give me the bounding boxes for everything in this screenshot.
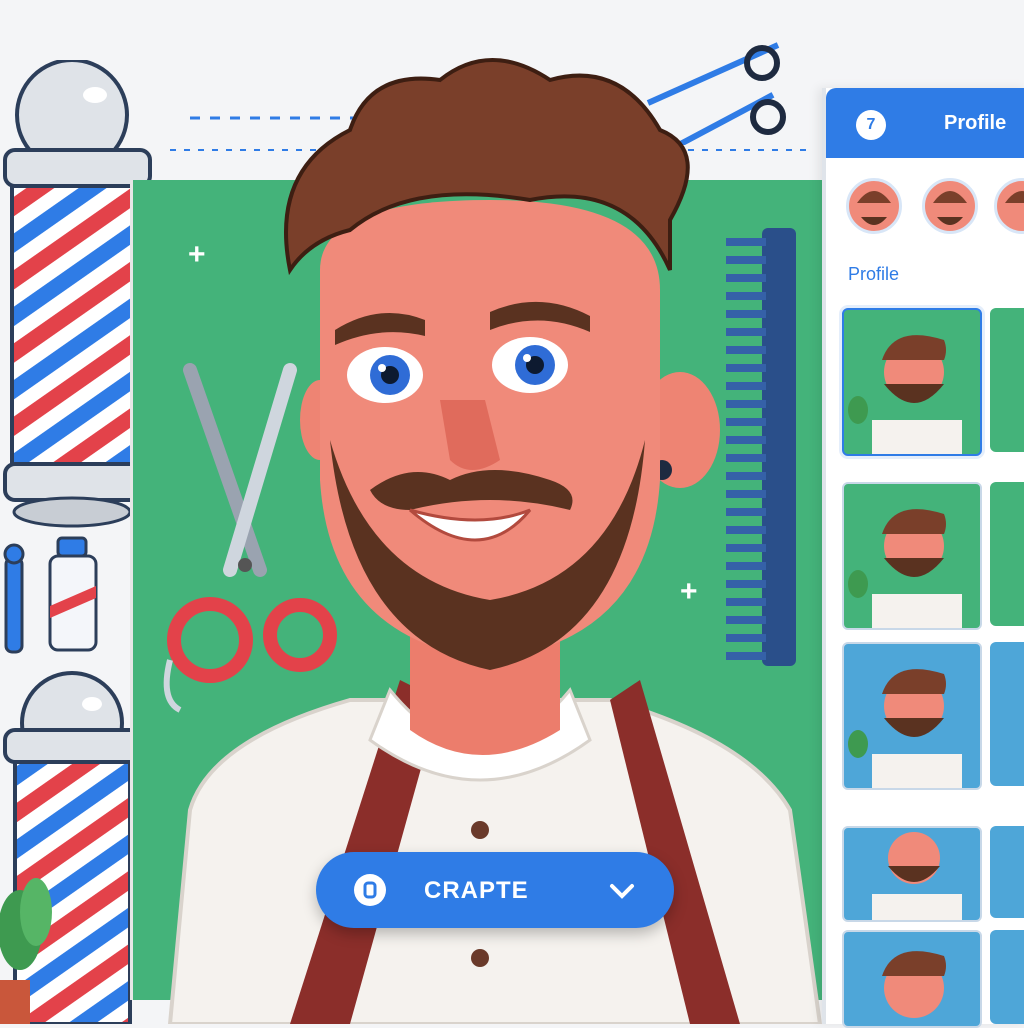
create-button-label: CRAPTE bbox=[424, 877, 529, 904]
plant-icon bbox=[0, 878, 52, 1024]
sidebar-title: Profile bbox=[944, 112, 1007, 134]
profile-thumbnail[interactable] bbox=[990, 308, 1024, 452]
profile-thumbnail[interactable] bbox=[842, 642, 982, 790]
sidebar-header: 7 Profile bbox=[826, 88, 1024, 158]
create-button[interactable]: CRAPTE bbox=[316, 852, 674, 928]
profile-thumbnail[interactable] bbox=[842, 930, 982, 1028]
avatar-option[interactable] bbox=[994, 178, 1024, 234]
profile-thumbnail[interactable] bbox=[842, 826, 982, 922]
profile-thumbnail[interactable] bbox=[990, 642, 1024, 786]
avatar-option[interactable] bbox=[846, 178, 902, 234]
profile-sidebar: 7 Profile Profile bbox=[822, 88, 1024, 1028]
create-icon bbox=[354, 874, 386, 906]
bottle-icon bbox=[48, 536, 98, 652]
profile-thumbnail[interactable] bbox=[990, 482, 1024, 626]
profile-thumbnail[interactable] bbox=[990, 930, 1024, 1024]
profile-thumbnail[interactable] bbox=[842, 308, 982, 456]
app-logo-icon[interactable]: 7 bbox=[856, 110, 886, 140]
chevron-down-icon bbox=[610, 884, 634, 899]
avatar-option[interactable] bbox=[922, 178, 978, 234]
app-window: + + CRAPTE 7 Profile Profile bbox=[0, 0, 1024, 1028]
profile-thumbnail[interactable] bbox=[842, 482, 982, 630]
profile-thumbnail[interactable] bbox=[990, 826, 1024, 918]
section-label: Profile bbox=[848, 264, 900, 284]
